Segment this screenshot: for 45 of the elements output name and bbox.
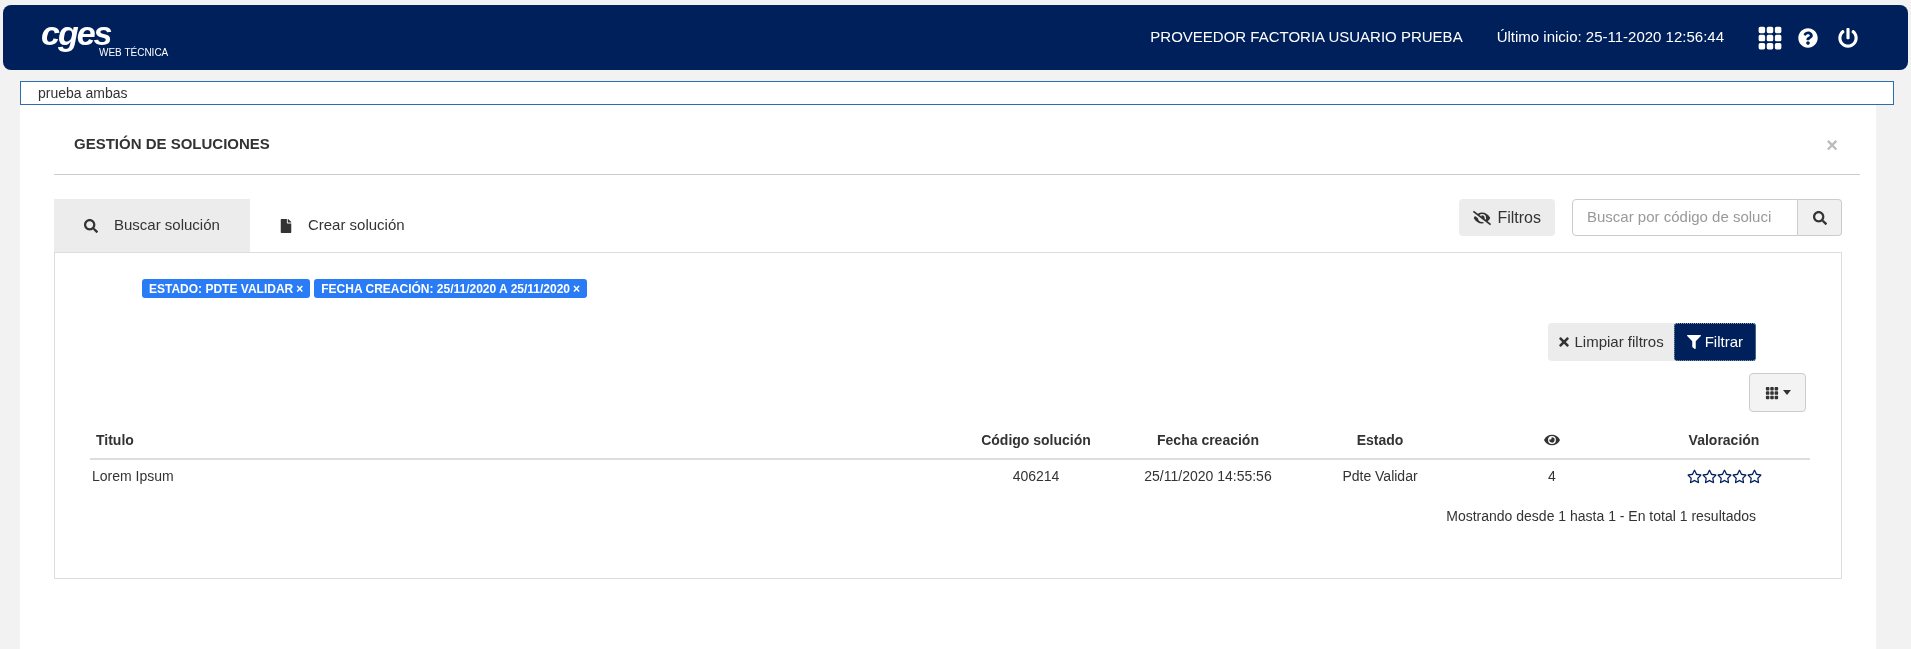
filter-chip[interactable]: ESTADO: PDTE VALIDAR × (142, 279, 311, 298)
tab[interactable]: Buscar solución (54, 199, 250, 252)
search-icon (1812, 210, 1827, 225)
star-outline-icon (1686, 468, 1702, 484)
table-cell-text: 406214 (1012, 466, 1060, 486)
tab[interactable]: Crear solución (249, 199, 435, 252)
logo: cgesWEB TÉCNICA (41, 17, 169, 58)
clear-filters-button[interactable]: Limpiar filtros (1548, 323, 1674, 361)
apps-grid-icon[interactable] (1757, 24, 1783, 51)
table-cell-text: Lorem Ipsum (92, 466, 174, 486)
column-header: Fecha creación (1157, 430, 1259, 450)
star-outline-icon (1701, 468, 1717, 484)
filters-button[interactable]: Filtros (1459, 199, 1555, 236)
user-name: PROVEEDOR FACTORIA USUARIO PRUEBA (1150, 27, 1463, 48)
help-icon[interactable] (1798, 27, 1818, 48)
search-button[interactable] (1798, 199, 1842, 236)
power-icon[interactable] (1838, 27, 1858, 48)
columns-button[interactable] (1749, 373, 1806, 412)
search-field[interactable]: Buscar por código de soluci (1572, 199, 1798, 236)
column-header: Código solución (981, 430, 1091, 450)
search-icon (84, 218, 98, 233)
filter-chip[interactable]: FECHA CREACIÓN: 25/11/2020 A 25/11/2020 × (314, 279, 588, 298)
panel-title: GESTIÓN DE SOLUCIONES (74, 134, 271, 155)
column-header: Valoración (1688, 430, 1760, 450)
grid-icon (1764, 385, 1779, 400)
remove-icon[interactable]: × (296, 279, 304, 298)
last-login: Último inicio: 25-11-2020 12:56:44 (1496, 27, 1724, 48)
column-header: Titulo (96, 430, 134, 450)
remove-icon[interactable]: × (573, 279, 581, 298)
file-icon (279, 218, 292, 233)
star-outline-icon (1731, 468, 1747, 484)
table-cell-text: 25/11/2020 14:55:56 (1144, 466, 1272, 486)
filter-icon (1686, 335, 1701, 349)
eye-icon (1544, 433, 1560, 447)
notice-field[interactable]: prueba ambas (20, 81, 1894, 105)
close-icon (1558, 335, 1571, 349)
caret-icon (1782, 390, 1791, 395)
filter-button[interactable]: Filtrar (1673, 323, 1756, 361)
table-cell-text: Pdte Validar (1342, 466, 1418, 486)
table-cell-text: 4 (1548, 466, 1556, 486)
star-outline-icon (1746, 468, 1762, 484)
eye-slash-icon (1473, 209, 1492, 226)
star-outline-icon (1716, 468, 1732, 484)
column-header: Estado (1356, 430, 1404, 450)
results-summary: Mostrando desde 1 hasta 1 - En total 1 resultados (1446, 507, 1756, 526)
